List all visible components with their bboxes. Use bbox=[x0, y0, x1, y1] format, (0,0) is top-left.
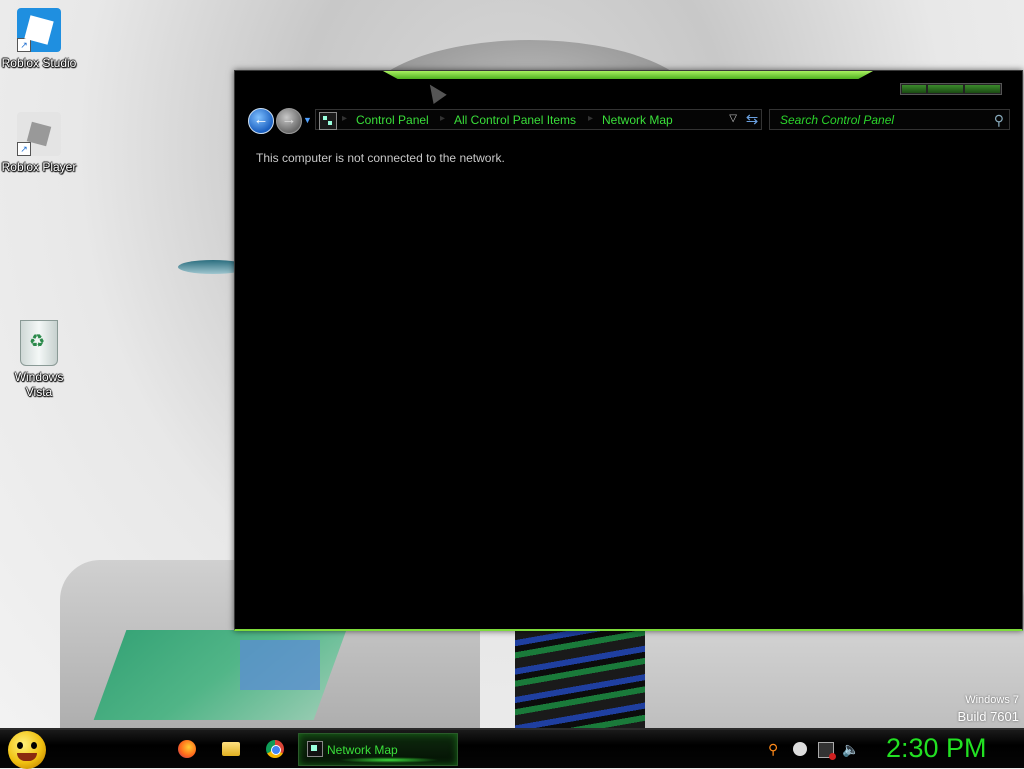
control-panel-icon bbox=[319, 112, 337, 130]
window-title-glow bbox=[383, 71, 873, 79]
start-button[interactable] bbox=[8, 731, 46, 769]
roblox-player-icon: ↗ bbox=[17, 112, 61, 156]
desktop-icon-roblox-studio[interactable]: ↗ Roblox Studio bbox=[1, 8, 77, 71]
desktop-icon-roblox-player[interactable]: ↗ Roblox Player bbox=[1, 112, 77, 175]
search-box[interactable]: Search Control Panel ⚲ bbox=[769, 109, 1010, 130]
close-button[interactable] bbox=[965, 85, 1000, 93]
mouse-cursor-icon bbox=[423, 80, 447, 104]
search-icon[interactable]: ⚲ bbox=[994, 112, 1004, 129]
back-button[interactable]: ← bbox=[248, 108, 274, 134]
firefox-icon[interactable] bbox=[178, 740, 196, 758]
breadcrumb-separator-icon[interactable]: ▸ bbox=[588, 113, 593, 124]
search-placeholder[interactable]: Search Control Panel bbox=[780, 113, 894, 127]
breadcrumb-separator-icon[interactable]: ▸ bbox=[440, 113, 445, 124]
desktop-icon-label: Roblox Player bbox=[1, 160, 77, 174]
refresh-icon[interactable]: ⇆ bbox=[742, 110, 762, 130]
message-icon[interactable] bbox=[793, 742, 807, 756]
chrome-icon[interactable] bbox=[266, 740, 284, 758]
os-watermark: Windows 7 Build 7601 bbox=[958, 694, 1019, 724]
network-map-window[interactable]: ← → ▼ ▸ Control Panel ▸ All Control Pane… bbox=[234, 70, 1023, 631]
network-icon[interactable] bbox=[818, 742, 836, 760]
breadcrumb-separator-icon[interactable]: ▸ bbox=[342, 113, 347, 124]
search-icon[interactable]: ⚲ bbox=[768, 741, 778, 758]
active-glow bbox=[339, 757, 439, 763]
wallpaper-shape bbox=[240, 640, 320, 690]
maximize-button[interactable] bbox=[928, 85, 964, 93]
desktop-icon-label: Roblox Studio bbox=[1, 56, 77, 70]
breadcrumb-network-map[interactable]: Network Map bbox=[602, 113, 673, 127]
breadcrumb-control-panel[interactable]: Control Panel bbox=[356, 113, 429, 127]
taskbar-button-network-map[interactable]: Network Map bbox=[298, 733, 458, 766]
volume-icon[interactable]: 🔈 bbox=[842, 741, 859, 758]
taskbar: Network Map ⚲ 🔈 2:30 PM bbox=[0, 728, 1024, 769]
address-dropdown-icon[interactable]: ▽ bbox=[729, 113, 737, 124]
minimize-button[interactable] bbox=[902, 85, 927, 93]
watermark-os: Windows 7 bbox=[965, 694, 1019, 706]
breadcrumb-all-items[interactable]: All Control Panel Items bbox=[454, 113, 576, 127]
desktop-icon-label: Windows Vista bbox=[14, 370, 64, 399]
window-controls bbox=[900, 83, 1002, 95]
clock[interactable]: 2:30 PM bbox=[886, 733, 987, 764]
control-panel-icon bbox=[307, 741, 323, 757]
folder-icon[interactable] bbox=[222, 742, 240, 756]
recycle-bin-icon bbox=[20, 320, 58, 366]
wallpaper-tie bbox=[515, 630, 645, 728]
watermark-build: Build 7601 bbox=[957, 709, 1019, 724]
network-status-message: This computer is not connected to the ne… bbox=[256, 151, 505, 165]
taskbar-button-label: Network Map bbox=[327, 743, 398, 757]
recent-pages-dropdown-icon[interactable]: ▼ bbox=[303, 115, 312, 125]
desktop-icon-recycle-bin[interactable]: Windows Vista bbox=[1, 320, 77, 400]
forward-button[interactable]: → bbox=[276, 108, 302, 134]
address-bar[interactable]: ▸ Control Panel ▸ All Control Panel Item… bbox=[315, 109, 762, 130]
roblox-studio-icon: ↗ bbox=[17, 8, 61, 52]
